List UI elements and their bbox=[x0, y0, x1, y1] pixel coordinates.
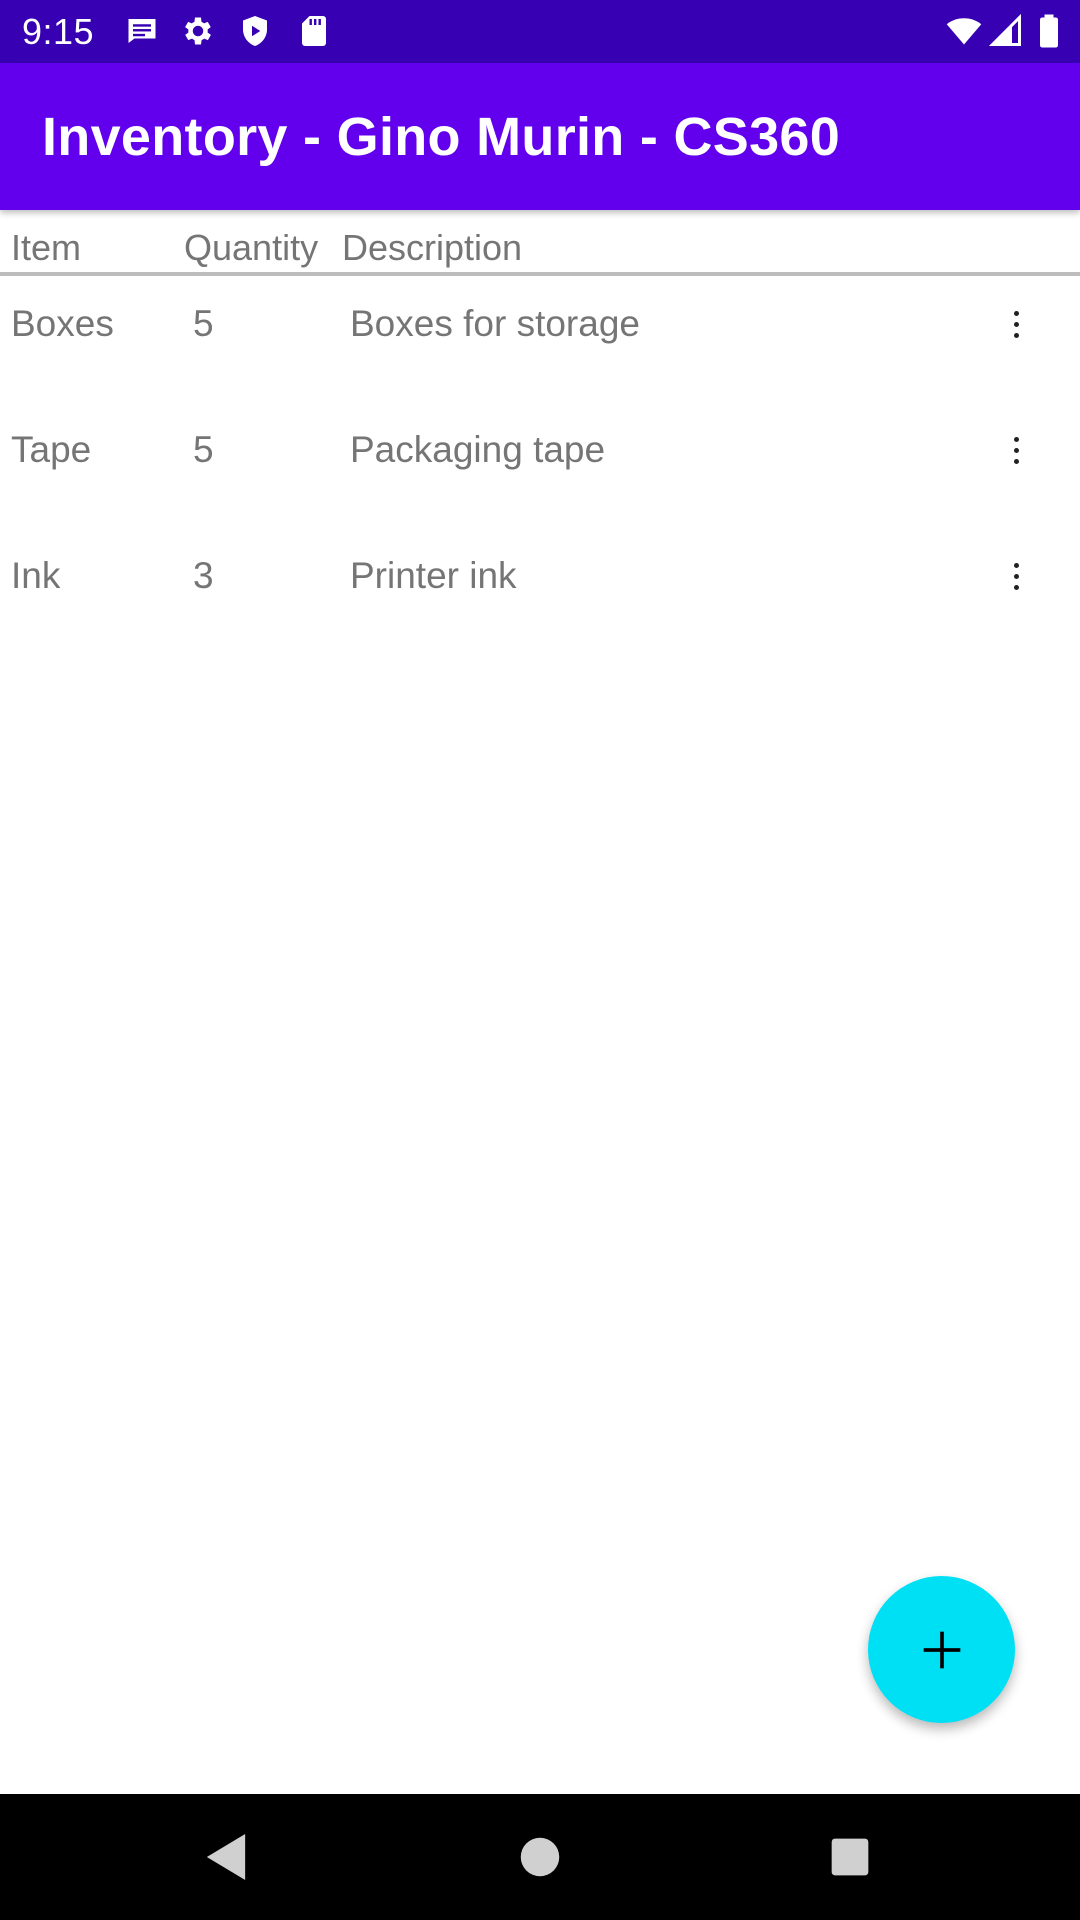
item-description: Packaging tape bbox=[350, 429, 606, 470]
item-name: Boxes bbox=[11, 303, 114, 344]
table-row[interactable]: Ink 3 Printer ink bbox=[0, 528, 1080, 654]
column-header-description: Description bbox=[342, 227, 523, 268]
app-bar: Inventory - Gino Murin - CS360 bbox=[0, 63, 1080, 210]
item-quantity: 3 bbox=[193, 555, 214, 596]
status-time: 9:15 bbox=[22, 11, 95, 52]
more-vertical-icon[interactable] bbox=[995, 422, 1037, 478]
message-icon bbox=[128, 19, 156, 43]
table-row[interactable]: Boxes 5 Boxes for storage bbox=[0, 276, 1080, 402]
cell-signal-icon bbox=[988, 13, 1021, 46]
item-quantity: 5 bbox=[193, 429, 214, 470]
system-nav-bar bbox=[0, 1794, 1080, 1920]
plus-icon bbox=[923, 1631, 960, 1668]
status-bar: 9:15 bbox=[0, 0, 1080, 63]
more-vertical-icon[interactable] bbox=[995, 296, 1037, 352]
app-title: Inventory - Gino Murin - CS360 bbox=[42, 107, 841, 167]
item-name: Tape bbox=[11, 429, 92, 470]
back-icon bbox=[206, 1834, 246, 1880]
recents-button[interactable] bbox=[817, 1824, 883, 1890]
home-icon bbox=[520, 1837, 560, 1877]
column-header-quantity: Quantity bbox=[184, 227, 319, 268]
item-name: Ink bbox=[11, 555, 61, 596]
gear-icon bbox=[185, 17, 211, 45]
more-vertical-icon[interactable] bbox=[995, 548, 1037, 604]
column-header-item: Item bbox=[11, 227, 82, 268]
item-description: Boxes for storage bbox=[350, 303, 640, 344]
table-header: Item Quantity Description bbox=[0, 213, 1080, 276]
back-button[interactable] bbox=[193, 1824, 259, 1890]
table-row[interactable]: Tape 5 Packaging tape bbox=[0, 402, 1080, 528]
wifi-icon bbox=[946, 18, 982, 45]
sd-card-icon bbox=[302, 16, 326, 46]
shield-icon bbox=[243, 16, 267, 46]
battery-icon bbox=[1040, 14, 1058, 48]
recents-icon bbox=[831, 1838, 869, 1876]
item-quantity: 5 bbox=[193, 303, 214, 344]
item-description: Printer ink bbox=[350, 555, 517, 596]
inventory-list: Boxes 5 Boxes for storage Tape 5 Packagi… bbox=[0, 276, 1080, 654]
home-button[interactable] bbox=[507, 1824, 573, 1890]
add-item-button[interactable] bbox=[868, 1576, 1015, 1723]
